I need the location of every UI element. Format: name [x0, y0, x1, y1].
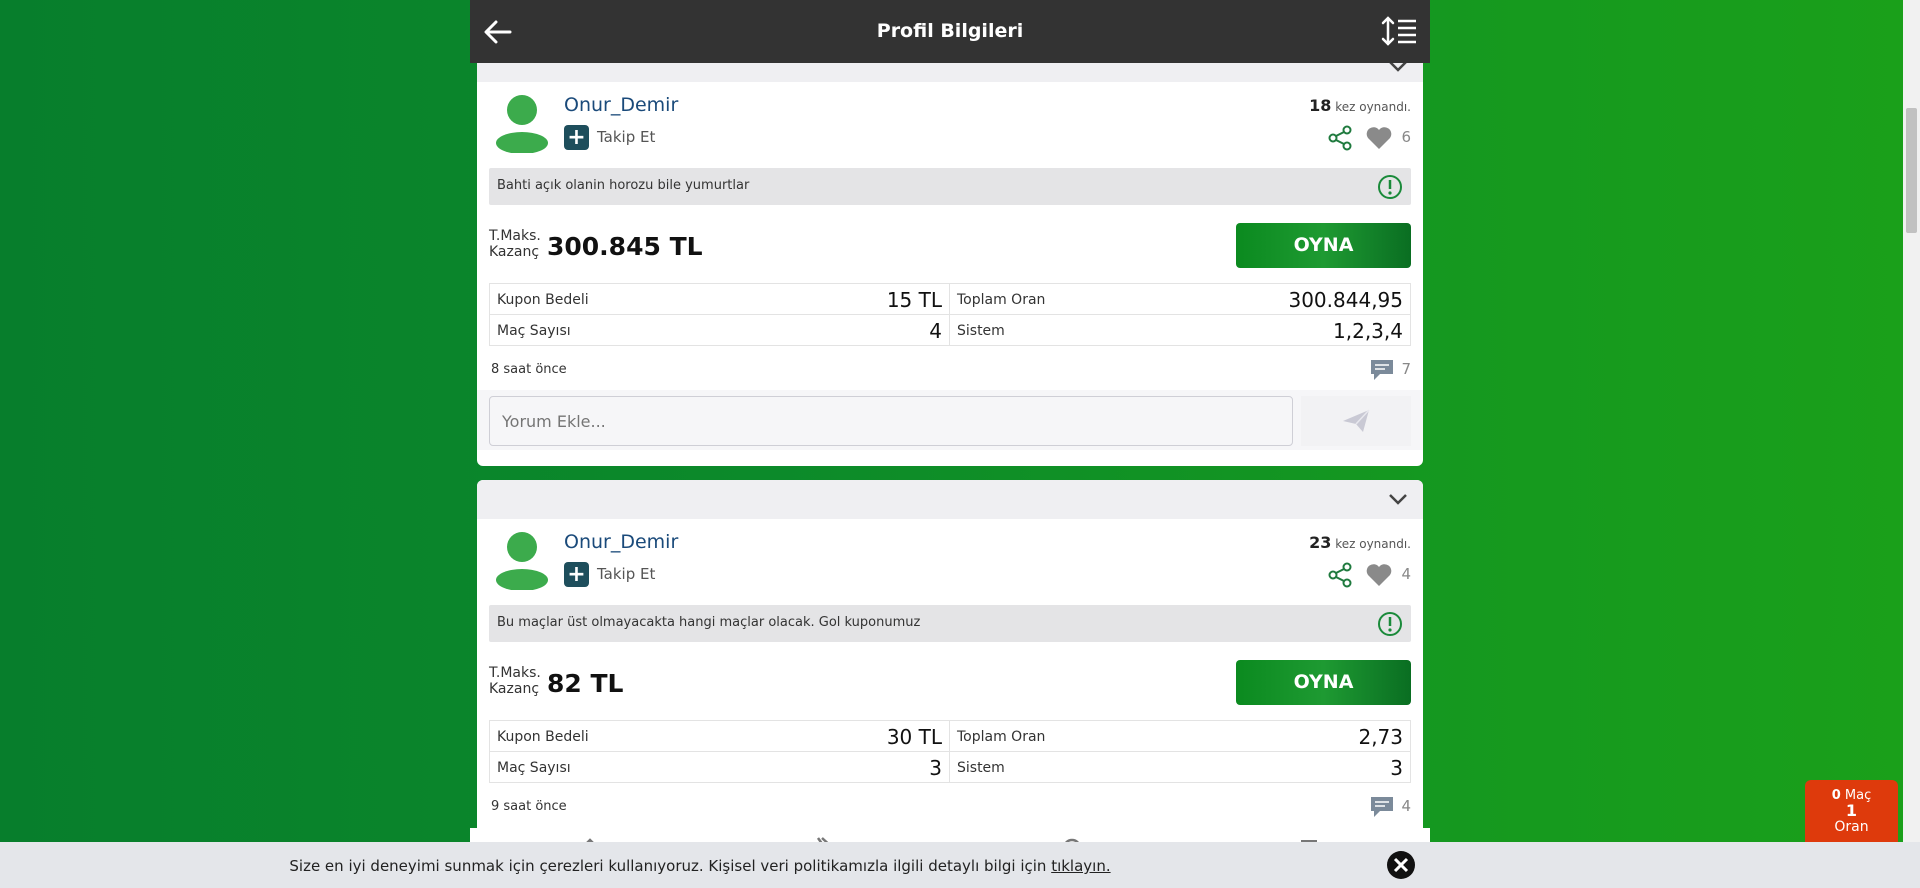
- stat-toplam-oran: Toplam Oran 300.844,95: [950, 284, 1410, 315]
- like-count: 4: [1401, 565, 1411, 583]
- close-icon[interactable]: [1386, 850, 1416, 880]
- stat-label: Toplam Oran: [957, 292, 1046, 308]
- played-count-text: 23 kez oynandı.: [1309, 533, 1411, 552]
- chevron-down-icon[interactable]: [1387, 490, 1409, 508]
- share-icon[interactable]: [1327, 562, 1353, 588]
- stats-table: Kupon Bedeli 15 TL Toplam Oran 300.844,9…: [489, 283, 1411, 346]
- heart-icon[interactable]: [1365, 125, 1393, 151]
- max-win-row: T.Maks. Kazanç 300.845 TL OYNA: [477, 205, 1423, 283]
- max-win-value: 82 TL: [547, 669, 624, 698]
- coupon-description: Bu maçlar üst olmayacakta hangi maçlar o…: [489, 605, 1411, 642]
- avatar-icon[interactable]: [493, 530, 551, 590]
- coupon-card: Onur_Demir + Takip Et 18 kez oynandı. 6 …: [477, 53, 1423, 466]
- played-count: 18: [1309, 96, 1332, 115]
- comment-count: 4: [1401, 797, 1411, 815]
- stat-mac-sayisi: Maç Sayısı 3: [490, 752, 950, 782]
- stat-value: 2,73: [1358, 725, 1403, 749]
- stat-mac-sayisi: Maç Sayısı 4: [490, 315, 950, 345]
- stat-value: 3: [929, 756, 942, 780]
- stat-value: 30 TL: [886, 725, 942, 749]
- stat-label: Maç Sayısı: [497, 760, 571, 776]
- comment-icon[interactable]: [1369, 795, 1395, 819]
- follow-button[interactable]: + Takip Et: [564, 561, 655, 587]
- mac-count: 0: [1831, 788, 1841, 803]
- follow-label: Takip Et: [597, 128, 656, 146]
- stat-label: Kupon Bedeli: [497, 729, 589, 745]
- stat-kupon-bedeli: Kupon Bedeli 30 TL: [490, 721, 950, 752]
- card-footer: 8 saat önce 7: [477, 346, 1423, 390]
- avatar-icon[interactable]: [493, 93, 551, 153]
- stat-kupon-bedeli: Kupon Bedeli 15 TL: [490, 284, 950, 315]
- user-row: Onur_Demir + Takip Et 23 kez oynandı. 4: [477, 519, 1423, 605]
- user-row: Onur_Demir + Takip Et 18 kez oynandı. 6: [477, 82, 1423, 168]
- stat-label: Sistem: [957, 323, 1005, 339]
- time-ago: 9 saat önce: [491, 799, 567, 814]
- max-win-label: T.Maks. Kazanç: [489, 228, 541, 260]
- sort-menu-icon[interactable]: [1380, 14, 1420, 50]
- page-title: Profil Bilgileri: [876, 20, 1024, 42]
- stat-sistem: Sistem 1,2,3,4: [950, 315, 1410, 345]
- description-text: Bahti açık olanin horozu bile yumurtlar: [497, 178, 750, 193]
- stat-value: 300.844,95: [1288, 288, 1403, 312]
- send-button[interactable]: [1301, 396, 1411, 446]
- oran-value: 1: [1845, 801, 1858, 820]
- app-container: Profil Bilgileri Onur_Demir + Takip Et 1…: [470, 0, 1430, 888]
- cookie-text: Size en iyi deneyimi sunmak için çerezle…: [0, 857, 1400, 875]
- plus-icon: +: [564, 561, 589, 587]
- stat-toplam-oran: Toplam Oran 2,73: [950, 721, 1410, 752]
- stat-label: Toplam Oran: [957, 729, 1046, 745]
- stat-value: 3: [1390, 756, 1403, 780]
- description-text: Bu maçlar üst olmayacakta hangi maçlar o…: [497, 615, 921, 630]
- follow-button[interactable]: + Takip Et: [564, 124, 655, 150]
- play-button[interactable]: OYNA: [1236, 223, 1411, 268]
- cookie-banner: Size en iyi deneyimi sunmak için çerezle…: [0, 842, 1920, 888]
- username-link[interactable]: Onur_Demir: [564, 531, 678, 553]
- like-count: 6: [1401, 128, 1411, 146]
- stat-label: Kupon Bedeli: [497, 292, 589, 308]
- stat-value: 1,2,3,4: [1333, 319, 1403, 343]
- comment-input[interactable]: [489, 396, 1293, 446]
- cookie-link[interactable]: tıklayın.: [1051, 857, 1110, 875]
- max-win-label: T.Maks. Kazanç: [489, 665, 541, 697]
- time-ago: 8 saat önce: [491, 362, 567, 377]
- stat-value: 15 TL: [886, 288, 942, 312]
- share-icon[interactable]: [1327, 125, 1353, 151]
- card-collapse-bar: [477, 480, 1423, 519]
- page-scrollbar[interactable]: [1903, 0, 1920, 842]
- played-count-text: 18 kez oynandı.: [1309, 96, 1411, 115]
- card-footer: 9 saat önce 4: [477, 783, 1423, 827]
- max-win-value: 300.845 TL: [547, 232, 703, 261]
- betslip-widget[interactable]: 0 Maç 1 Oran: [1805, 780, 1898, 842]
- comment-row: [477, 390, 1423, 450]
- played-suffix: kez oynandı.: [1335, 100, 1411, 114]
- stats-table: Kupon Bedeli 30 TL Toplam Oran 2,73 Maç …: [489, 720, 1411, 783]
- stat-label: Maç Sayısı: [497, 323, 571, 339]
- stat-label: Sistem: [957, 760, 1005, 776]
- coupon-description: Bahti açık olanin horozu bile yumurtlar: [489, 168, 1411, 205]
- cookie-message: Size en iyi deneyimi sunmak için çerezle…: [289, 857, 1047, 875]
- top-bar: Profil Bilgileri: [470, 0, 1430, 63]
- stat-sistem: Sistem 3: [950, 752, 1410, 782]
- coupon-card: Onur_Demir + Takip Et 23 kez oynandı. 4 …: [477, 480, 1423, 880]
- played-count: 23: [1309, 533, 1332, 552]
- send-icon: [1343, 409, 1370, 432]
- comment-icon[interactable]: [1369, 358, 1395, 382]
- oran-label: Oran: [1834, 819, 1869, 835]
- username-link[interactable]: Onur_Demir: [564, 94, 678, 116]
- comment-count: 7: [1401, 360, 1411, 378]
- report-icon[interactable]: [1377, 174, 1403, 200]
- play-button[interactable]: OYNA: [1236, 660, 1411, 705]
- heart-icon[interactable]: [1365, 562, 1393, 588]
- max-win-row: T.Maks. Kazanç 82 TL OYNA: [477, 642, 1423, 720]
- scrollbar-thumb[interactable]: [1906, 108, 1917, 233]
- played-suffix: kez oynandı.: [1335, 537, 1411, 551]
- report-icon[interactable]: [1377, 611, 1403, 637]
- stat-value: 4: [929, 319, 942, 343]
- plus-icon: +: [564, 124, 589, 150]
- follow-label: Takip Et: [597, 565, 656, 583]
